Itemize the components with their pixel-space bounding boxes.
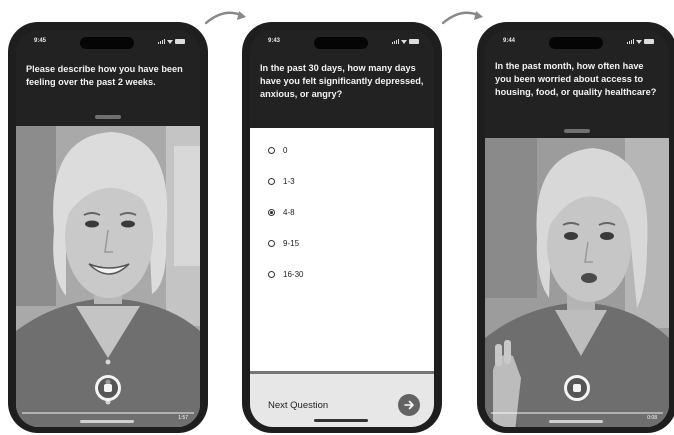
stop-icon — [104, 384, 112, 392]
phone-screen-3: 9:44 In the past month, how often have y… — [477, 22, 674, 433]
question-header: 9:43 In the past 30 days, how many days … — [250, 30, 434, 128]
radio-button-selected[interactable] — [268, 209, 275, 216]
dynamic-island — [80, 37, 134, 49]
home-indicator — [80, 420, 134, 423]
status-time: 9:44 — [503, 38, 516, 44]
radio-button[interactable] — [268, 240, 275, 247]
status-time: 9:43 — [268, 38, 281, 44]
home-indicator — [549, 420, 603, 423]
screen-video-question-2: 9:44 In the past month, how often have y… — [485, 30, 669, 427]
answer-option-selected[interactable]: 4-8 — [268, 208, 295, 217]
radio-button[interactable] — [268, 147, 275, 154]
answer-option[interactable]: 1-3 — [268, 177, 295, 186]
dynamic-island — [314, 37, 368, 49]
transition-arrow-icon — [441, 11, 483, 25]
answer-option[interactable]: 0 — [268, 146, 287, 155]
question-progress-bar — [250, 371, 434, 374]
battery-icon — [409, 39, 419, 44]
answer-options: 0 1-3 4-8 9-15 16-30 — [250, 128, 434, 371]
stop-recording-button[interactable] — [95, 375, 121, 401]
answer-option-label: 16-30 — [283, 270, 304, 279]
footer-bar: Next Question — [250, 371, 434, 427]
stop-icon — [573, 384, 581, 392]
transition-arrow-icon — [204, 11, 246, 25]
answer-option-label: 0 — [283, 146, 288, 155]
camera-preview: 0:08 — [485, 138, 669, 427]
wifi-icon — [636, 40, 642, 44]
question-header: 9:45 Please describe how you have been f… — [16, 30, 200, 126]
radio-button[interactable] — [268, 271, 275, 278]
stop-recording-button[interactable] — [564, 375, 590, 401]
home-indicator — [314, 419, 368, 422]
question-progress-indicator — [95, 115, 121, 119]
status-time: 9:45 — [34, 38, 47, 44]
phone-screen-2: 9:43 In the past 30 days, how many days … — [242, 22, 442, 433]
question-text: Please describe how you have been feelin… — [26, 64, 183, 87]
signal-icon — [392, 39, 399, 44]
signal-icon — [158, 39, 165, 44]
question-text: In the past 30 days, how many days have … — [260, 63, 424, 99]
recording-timer: 0:08 — [647, 415, 657, 421]
screen-video-question-1: 9:45 Please describe how you have been f… — [16, 30, 200, 427]
radio-button[interactable] — [268, 178, 275, 185]
next-question-label[interactable]: Next Question — [268, 400, 328, 411]
answer-option-label: 9-15 — [283, 239, 300, 248]
answer-option[interactable]: 16-30 — [268, 270, 303, 279]
answer-option[interactable]: 9-15 — [268, 239, 299, 248]
camera-preview: 1:57 — [16, 126, 200, 427]
dynamic-island — [549, 37, 603, 49]
status-bar: 9:45 — [16, 30, 200, 50]
screen-multiple-choice-question: 9:43 In the past 30 days, how many days … — [250, 30, 434, 427]
wifi-icon — [401, 40, 407, 44]
recording-progress-track — [491, 412, 663, 414]
signal-icon — [627, 39, 634, 44]
answer-option-label: 4-8 — [283, 208, 295, 217]
phone-screen-1: 9:45 Please describe how you have been f… — [8, 22, 208, 433]
question-header: 9:44 In the past month, how often have y… — [485, 30, 669, 140]
recording-timer: 1:57 — [178, 415, 188, 421]
battery-icon — [175, 39, 185, 44]
wifi-icon — [167, 40, 173, 44]
status-bar: 9:44 — [485, 30, 669, 50]
arrow-right-icon — [404, 400, 414, 410]
battery-icon — [644, 39, 654, 44]
recording-progress-track — [22, 412, 194, 414]
next-question-button[interactable] — [398, 394, 420, 416]
answer-option-label: 1-3 — [283, 177, 295, 186]
status-bar: 9:43 — [250, 30, 434, 50]
question-text: In the past month, how often have you be… — [495, 61, 657, 97]
question-progress-indicator — [564, 129, 590, 133]
